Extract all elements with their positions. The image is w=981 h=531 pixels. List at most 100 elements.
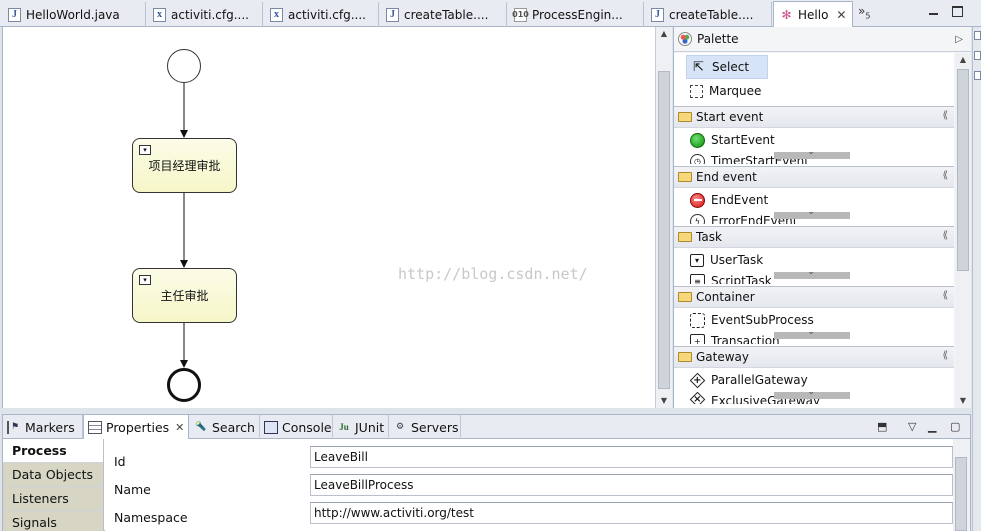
script-task-icon: ≡ [690,274,705,284]
field-row-name: Name LeaveBillProcess [105,474,953,497]
scroll-down-arrow-icon[interactable]: ▼ [656,394,672,408]
scroll-thumb[interactable] [957,69,969,271]
canvas-scrollbar[interactable]: ▲ ▼ [655,27,672,408]
drawer-expand-bar[interactable] [774,332,850,339]
item-label: UserTask [710,253,764,267]
palette-header[interactable]: Palette ▷ [674,27,971,52]
folder-icon [678,112,692,122]
section-data-objects[interactable]: Data Objects [3,463,103,487]
pin-view-icon[interactable]: ⬒ [877,420,887,433]
right-trim [972,27,981,531]
tab-activiti-cfg-1[interactable]: x activiti.cfg.... [147,2,263,27]
palette-item-transaction[interactable]: + Transaction [674,332,954,344]
drawer-expand-bar[interactable] [774,272,850,279]
tab-markers[interactable]: ⚑ Markers [3,415,83,439]
end-event-node[interactable] [167,368,201,402]
tab-activiti-cfg-2[interactable]: x activiti.cfg.... [264,2,379,27]
scroll-thumb[interactable] [658,71,670,389]
view-icon[interactable] [974,71,981,80]
maximize-view-button[interactable]: ▢ [950,420,960,433]
palette-item-parallelgateway[interactable]: + ParallelGateway [674,368,954,392]
tab-search[interactable]: 🔦 Search [190,415,260,439]
tab-console[interactable]: Console [260,415,333,439]
folder-icon [678,352,692,362]
pin-icon[interactable]: ⟪ [942,290,948,301]
close-icon[interactable]: ✕ [175,421,184,434]
palette-item-endevent[interactable]: EndEvent [674,188,954,212]
tab-createtable-2[interactable]: J createTable.... [645,2,772,27]
view-icon[interactable] [974,51,981,60]
palette-item-usertask[interactable]: ▾ UserTask [674,248,954,272]
tab-label: HelloWorld.java [26,7,120,22]
field-row-id: Id LeaveBill [105,446,953,469]
java-file-icon: J [651,7,664,22]
palette-drawer-container[interactable]: Container ⟪ [674,286,954,308]
tab-label: createTable.... [404,7,489,22]
item-label: StartEvent [711,133,775,147]
name-field[interactable]: LeaveBillProcess [310,474,953,496]
tab-overflow-button[interactable]: »5 [858,4,870,20]
start-event-node[interactable] [167,49,201,83]
tab-label: activiti.cfg.... [288,7,366,22]
palette-scrollbar[interactable]: ▲ ▼ [955,53,971,408]
collapse-arrow-icon[interactable]: ▷ [955,34,963,45]
pin-icon[interactable]: ⟪ [942,170,948,181]
section-listeners[interactable]: Listeners [3,487,103,511]
palette-item-timerstartevent[interactable]: ◷ TimerStartEvent [674,152,954,164]
palette-tool-select[interactable]: ⇱ Select [686,55,768,79]
tab-processengine[interactable]: 010 ProcessEngin... [508,2,644,27]
tab-createtable-1[interactable]: J createTable.... [380,2,507,27]
diagram-canvas[interactable]: ▾ 项目经理审批 ▾ 主任审批 http://blog.csdn.net/ [2,27,655,408]
class-file-icon: 010 [512,7,529,22]
palette-item-eventsubprocess[interactable]: EventSubProcess [674,308,954,332]
palette-item-exclusivegateway[interactable]: × ExclusiveGateway [674,392,954,404]
minimize-button[interactable] [926,5,940,18]
namespace-field[interactable]: http://www.activiti.org/test [310,502,953,524]
view-menu-chevron-down-icon[interactable]: ▽ [908,420,916,433]
palette-drawer-task[interactable]: Task ⟪ [674,226,954,248]
tab-servers[interactable]: ⚙ Servers [389,415,461,439]
palette-item-errorendevent[interactable]: ϟ ErrorEndEvent [674,212,954,224]
palette-item-scripttask[interactable]: ≡ ScriptTask [674,272,954,284]
drawer-expand-bar[interactable] [774,152,850,159]
pin-icon[interactable]: ⟪ [942,230,948,241]
properties-scrollbar[interactable] [953,439,970,531]
field-label: Namespace [114,510,188,525]
tab-junit[interactable]: Ju JUnit [333,415,389,439]
tab-label: createTable.... [669,7,754,22]
scroll-thumb[interactable] [955,457,967,531]
item-label: ParallelGateway [711,373,808,387]
outline-icon[interactable] [974,31,981,40]
pin-icon[interactable]: ⟪ [942,350,948,361]
section-process[interactable]: Process [3,439,103,463]
drawer-expand-bar[interactable] [774,392,850,399]
palette-drawer-gateway[interactable]: Gateway ⟪ [674,346,954,368]
palette-drawer-end-event[interactable]: End event ⟪ [674,166,954,188]
folder-icon [678,292,692,302]
bottom-views-panel: ⚑ Markers Properties ✕ 🔦 Search Console … [2,414,971,531]
scroll-up-arrow-icon[interactable]: ▲ [656,27,672,41]
item-label: Transaction [711,334,780,344]
task-label: 项目经理审批 [148,159,221,173]
id-field[interactable]: LeaveBill [310,446,953,468]
palette-tool-marquee[interactable]: Marquee [674,79,954,103]
tool-label: Marquee [709,84,762,98]
scroll-down-arrow-icon[interactable]: ▼ [955,394,971,408]
palette-item-startevent[interactable]: StartEvent [674,128,954,152]
maximize-button[interactable] [950,5,964,18]
activiti-diagram-icon: ✻ [781,8,792,22]
minimize-view-button[interactable]: ▁ [928,420,936,433]
pin-icon[interactable]: ⟪ [942,110,948,121]
close-icon[interactable]: ✕ [836,8,846,22]
user-task-node[interactable]: ▾ 项目经理审批 [132,138,237,193]
tab-hello[interactable]: ✻ Hello ✕ [773,1,853,28]
tab-properties[interactable]: Properties ✕ [83,415,189,440]
field-row-namespace: Namespace http://www.activiti.org/test [105,502,953,525]
drawer-expand-bar[interactable] [774,212,850,219]
tab-helloworld-java[interactable]: J HelloWorld.java [2,2,146,27]
scroll-up-arrow-icon[interactable]: ▲ [955,53,971,67]
section-signals[interactable]: Signals [3,511,103,531]
palette-drawer-start-event[interactable]: Start event ⟪ [674,106,954,128]
user-task-node[interactable]: ▾ 主任审批 [132,268,237,323]
exclusive-gateway-icon: × [689,392,706,404]
